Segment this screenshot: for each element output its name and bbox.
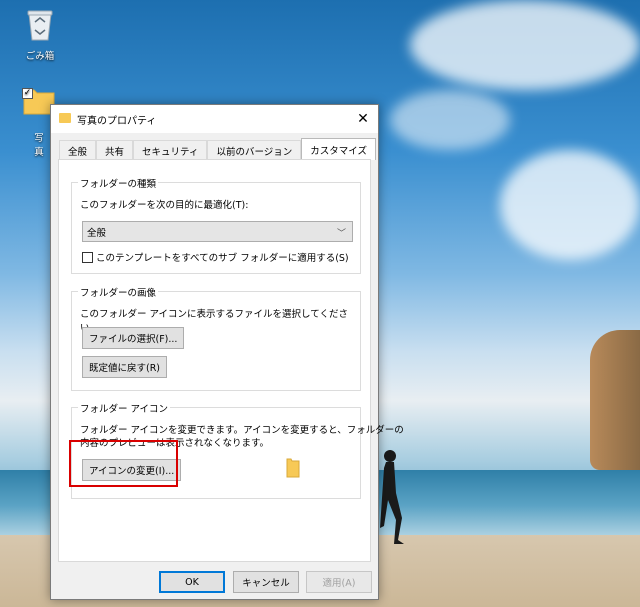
folder-icon-description-line1: フォルダー アイコンを変更できます。アイコンを変更すると、フォルダーの bbox=[80, 425, 404, 436]
folder-icon bbox=[59, 113, 71, 123]
tab-previous-versions[interactable]: 以前のバージョン bbox=[207, 140, 302, 160]
close-button[interactable]: ✕ bbox=[348, 105, 378, 133]
tab-customize[interactable]: カスタマイズ bbox=[301, 138, 376, 160]
selection-checkbox-icon[interactable]: ✓ bbox=[22, 88, 33, 99]
runner-silhouette bbox=[380, 450, 404, 544]
apply-subfolders-label: このテンプレートをすべてのサブ フォルダーに適用する(S) bbox=[96, 253, 349, 264]
group-heading: フォルダーの種類 bbox=[78, 176, 159, 190]
ok-button[interactable]: OK bbox=[159, 571, 225, 593]
dialog-titlebar[interactable]: 写真のプロパティ ✕ bbox=[51, 105, 378, 133]
cloud bbox=[410, 0, 640, 90]
cloud bbox=[390, 90, 510, 150]
properties-dialog: 写真のプロパティ ✕ 全般 共有 セキュリティ 以前のバージョン カスタマイズ … bbox=[50, 104, 404, 600]
rock-formation bbox=[590, 330, 640, 470]
tab-bar: 全般 共有 セキュリティ 以前のバージョン カスタマイズ bbox=[59, 138, 376, 160]
folder-icon-preview bbox=[286, 458, 300, 481]
restore-default-button[interactable]: 既定値に戻す(R) bbox=[82, 356, 168, 378]
recycle-bin-icon bbox=[10, 8, 70, 45]
optimize-select-value: 全般 bbox=[87, 227, 107, 239]
highlight-box bbox=[69, 440, 178, 487]
folder-picture-group: フォルダーの画像 このフォルダー アイコンに表示するファイルを選択してください。… bbox=[71, 285, 361, 391]
cloud bbox=[500, 150, 640, 260]
group-heading: フォルダー アイコン bbox=[78, 401, 171, 415]
choose-file-button[interactable]: ファイルの選択(F)... bbox=[82, 327, 185, 349]
tab-sharing[interactable]: 共有 bbox=[96, 140, 134, 160]
dialog-title: 写真のプロパティ bbox=[77, 116, 157, 127]
desktop-icon-label: ごみ箱 bbox=[25, 51, 55, 62]
desktop-icon-recycle-bin[interactable]: ごみ箱 bbox=[10, 8, 70, 62]
tab-security[interactable]: セキュリティ bbox=[133, 140, 208, 160]
desktop-icon-label: 写真 bbox=[34, 133, 44, 158]
apply-subfolders-checkbox[interactable] bbox=[82, 251, 93, 263]
close-icon: ✕ bbox=[357, 111, 369, 127]
customize-panel: フォルダーの種類 このフォルダーを次の目的に最適化(T): 全般 ﹀ このテンプ… bbox=[58, 159, 404, 562]
apply-button[interactable]: 適用(A) bbox=[306, 571, 372, 593]
desktop-icon-photos-folder[interactable]: ✓ 写真 bbox=[8, 86, 55, 158]
optimize-select[interactable]: 全般 ﹀ bbox=[82, 221, 353, 242]
folder-type-group: フォルダーの種類 このフォルダーを次の目的に最適化(T): 全般 ﹀ このテンプ… bbox=[71, 176, 361, 274]
group-heading: フォルダーの画像 bbox=[78, 285, 159, 299]
tab-general[interactable]: 全般 bbox=[59, 140, 97, 160]
apply-subfolders-checkbox-row[interactable]: このテンプレートをすべてのサブ フォルダーに適用する(S) bbox=[82, 250, 349, 264]
chevron-down-icon: ﹀ bbox=[336, 229, 346, 239]
cancel-button[interactable]: キャンセル bbox=[233, 571, 299, 593]
optimize-label: このフォルダーを次の目的に最適化(T): bbox=[80, 200, 249, 211]
